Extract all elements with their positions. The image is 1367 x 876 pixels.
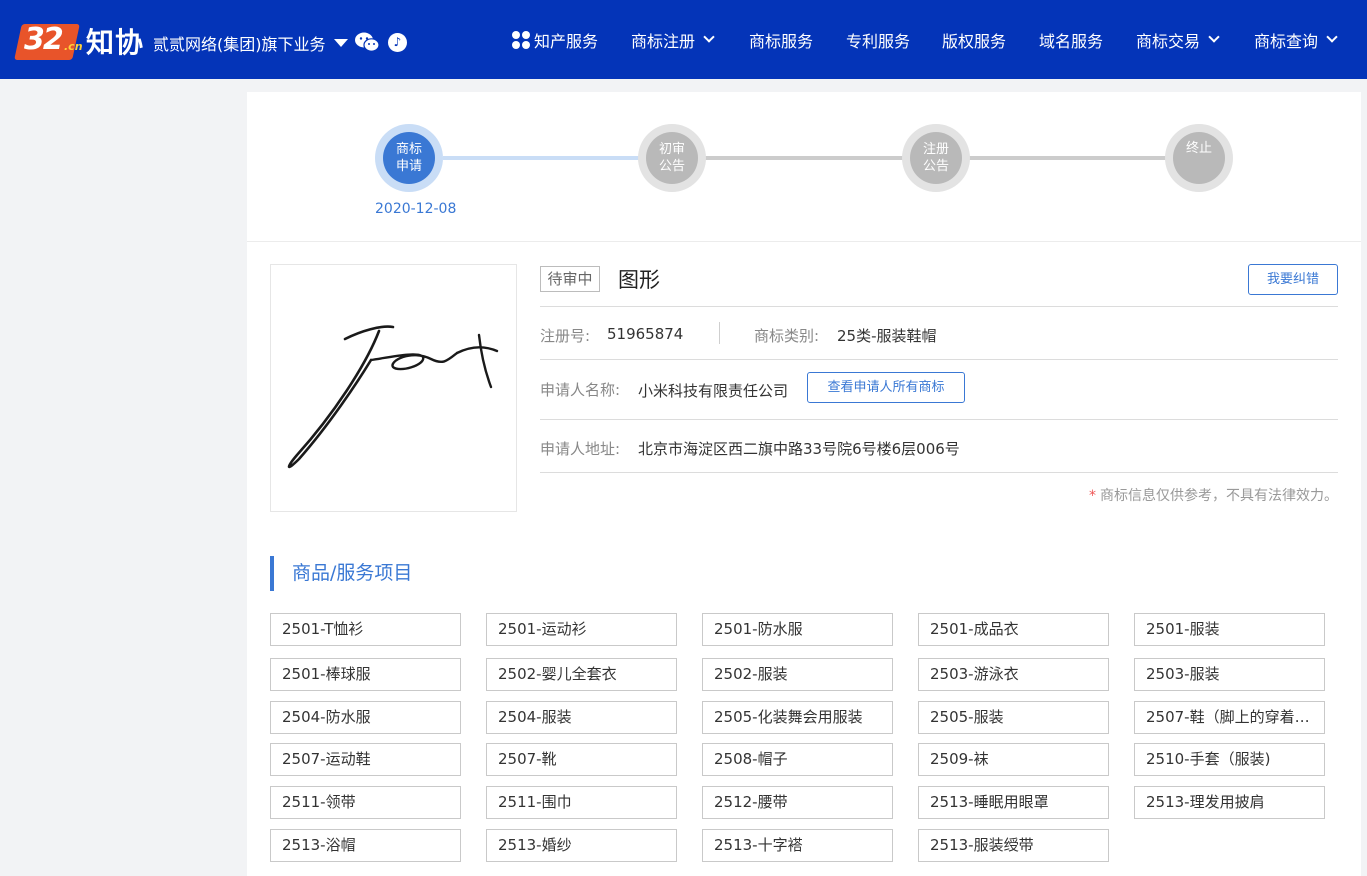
grid-icon <box>512 30 530 49</box>
nav-item-copyright-services[interactable]: 版权服务 <box>942 28 1006 52</box>
goods-item[interactable]: 2501-T恤衫 <box>270 613 461 646</box>
nav-label: 商标注册 <box>631 31 696 51</box>
goods-item[interactable]: 2513-服装绶带 <box>918 829 1109 862</box>
address-label: 申请人地址: <box>540 440 621 458</box>
nav-item-patent-services[interactable]: 专利服务 <box>846 28 910 52</box>
divider <box>540 472 1338 473</box>
goods-item[interactable]: 2501-服装 <box>1134 613 1325 646</box>
step-registration-announcement: 注册 公告 <box>902 124 970 192</box>
nav-label: 专利服务 <box>846 31 911 51</box>
goods-item[interactable]: 2511-领带 <box>270 786 461 819</box>
nav-label: 商标服务 <box>749 31 814 51</box>
applicant-label: 申请人名称: <box>540 381 621 399</box>
goods-item[interactable]: 2513-睡眠用眼罩 <box>918 786 1109 819</box>
trademark-detail-card: 商标 申请 初审 公告 注册 公告 终止 2020-12-08 待审中 图形 我要纠错… <box>247 92 1361 876</box>
nav-item-trademark-services[interactable]: 商标服务 <box>749 28 813 52</box>
goods-item[interactable]: 2502-服装 <box>702 658 893 691</box>
goods-item[interactable]: 2501-棒球服 <box>270 658 461 691</box>
goods-item[interactable]: 2505-服装 <box>918 701 1109 734</box>
reg-no-value: 51965874 <box>607 325 684 343</box>
goods-item[interactable]: 2513-婚纱 <box>486 829 677 862</box>
goods-item[interactable]: 2504-防水服 <box>270 701 461 734</box>
goods-item[interactable]: 2503-服装 <box>1134 658 1325 691</box>
trademark-image <box>270 264 517 512</box>
step-label: 初审 公告 <box>658 142 685 174</box>
nav-label: 商标查询 <box>1254 31 1319 51</box>
address-value: 北京市海淀区西二旗中路33号院6号楼6层006号 <box>638 440 960 458</box>
class-value: 25类-服装鞋帽 <box>837 327 937 345</box>
class-label: 商标类别: <box>754 327 820 345</box>
nav-item-ip-services[interactable]: 知产服务 <box>512 28 598 52</box>
view-applicant-trademarks-button[interactable]: 查看申请人所有商标 <box>807 372 965 403</box>
nav-label: 商标交易 <box>1136 31 1201 51</box>
goods-item[interactable]: 2513-浴帽 <box>270 829 461 862</box>
status-badge: 待审中 <box>540 266 600 292</box>
goods-item[interactable]: 2511-围巾 <box>486 786 677 819</box>
goods-item[interactable]: 2505-化装舞会用服装 <box>702 701 893 734</box>
nav-label: 版权服务 <box>942 31 1007 51</box>
goods-section-title: 商品/服务项目 <box>270 556 412 591</box>
step-label: 注册 公告 <box>922 142 949 174</box>
goods-item[interactable]: 2504-服装 <box>486 701 677 734</box>
goods-item[interactable]: 2513-理发用披肩 <box>1134 786 1325 819</box>
goods-item[interactable]: 2502-婴儿全套衣 <box>486 658 677 691</box>
nav-item-domain-services[interactable]: 域名服务 <box>1039 28 1103 52</box>
goods-item[interactable]: 2501-成品衣 <box>918 613 1109 646</box>
goods-item[interactable]: 2507-鞋（脚上的穿着物） <box>1134 701 1325 734</box>
divider <box>540 306 1338 307</box>
report-error-button[interactable]: 我要纠错 <box>1248 264 1338 295</box>
goods-item[interactable]: 2512-腰带 <box>702 786 893 819</box>
main-nav: 知产服务 商标注册 商标服务 专利服务 版权服务 域名服务 商标交易 商标查询 <box>0 0 1367 79</box>
nav-item-trademark-registration[interactable]: 商标注册 <box>631 28 715 52</box>
trademark-name: 图形 <box>618 268 660 292</box>
goods-item[interactable]: 2510-手套（服装) <box>1134 743 1325 776</box>
step-terminated: 终止 <box>1165 124 1233 192</box>
reg-no-label: 注册号: <box>540 327 591 345</box>
goods-item[interactable]: 2507-靴 <box>486 743 677 776</box>
vertical-divider <box>719 322 720 344</box>
nav-item-trademark-trading[interactable]: 商标交易 <box>1136 28 1220 52</box>
step-application-date: 2020-12-08 <box>375 201 457 217</box>
goods-item[interactable]: 2508-帽子 <box>702 743 893 776</box>
progress-steps: 商标 申请 初审 公告 注册 公告 终止 2020-12-08 <box>247 92 1361 242</box>
trademark-signature-graphic <box>287 325 499 469</box>
step-label: 商标 申请 <box>395 142 422 174</box>
chevron-down-icon <box>1326 31 1338 43</box>
goods-item[interactable]: 2501-防水服 <box>702 613 893 646</box>
disclaimer: * 商标信息仅供参考，不具有法律效力。 <box>1089 485 1338 505</box>
chevron-down-icon <box>1208 31 1220 43</box>
step-line-idle <box>705 156 935 160</box>
applicant-value: 小米科技有限责任公司 <box>638 382 789 400</box>
step-preliminary-announcement: 初审 公告 <box>638 124 706 192</box>
top-navigation-bar: 32 .cn 知协 贰贰网络(集团)旗下业务 ♪ 知产服务 商标注册 商标服务 … <box>0 0 1367 79</box>
nav-item-trademark-search[interactable]: 商标查询 <box>1254 28 1338 52</box>
goods-item[interactable]: 2507-运动鞋 <box>270 743 461 776</box>
chevron-down-icon <box>703 31 715 43</box>
nav-label: 知产服务 <box>534 31 599 51</box>
divider <box>540 359 1338 360</box>
goods-item[interactable]: 2513-十字褡 <box>702 829 893 862</box>
divider <box>540 419 1338 420</box>
goods-item[interactable]: 2501-运动衫 <box>486 613 677 646</box>
goods-item[interactable]: 2509-袜 <box>918 743 1109 776</box>
step-label: 终止 <box>1185 141 1212 156</box>
step-application: 商标 申请 <box>375 124 443 192</box>
goods-item[interactable]: 2503-游泳衣 <box>918 658 1109 691</box>
required-star: * <box>1089 488 1096 504</box>
nav-label: 域名服务 <box>1039 31 1104 51</box>
disclaimer-text: 商标信息仅供参考，不具有法律效力。 <box>1100 488 1338 504</box>
